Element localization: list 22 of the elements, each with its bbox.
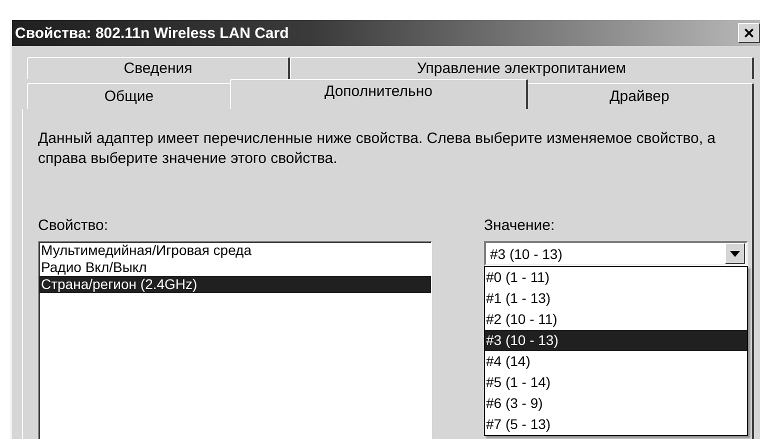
dropdown-option[interactable]: #6 (3 - 9) [485, 393, 747, 414]
close-button[interactable]: × [738, 23, 760, 43]
window-title: Свойства: 802.11n Wireless LAN Card [15, 24, 289, 42]
property-label: Свойство: [38, 217, 110, 236]
dropdown-option[interactable]: #4 (14) [485, 351, 747, 372]
tab[interactable]: Драйвер [526, 83, 754, 109]
property-item[interactable]: Радио Вкл/Выкл [39, 259, 431, 276]
dropdown-option[interactable]: #7 (5 - 13) [485, 414, 747, 435]
tab[interactable]: Сведения [27, 57, 290, 79]
value-label: Значение: [484, 217, 556, 236]
dropdown-option[interactable]: #0 (1 - 11) [485, 267, 747, 288]
value-dropdown[interactable]: #3 (10 - 13) [484, 241, 748, 266]
description-text: Данный адаптер имеет перечисленные ниже свойства. Слева выберите изменяемое свойство, а справа выберите значение этого свойства. [38, 129, 717, 169]
dropdown-option[interactable]: #1 (1 - 13) [485, 288, 747, 309]
tab[interactable]: Управление электропитанием [290, 57, 754, 79]
tab[interactable]: Дополнительно [230, 79, 528, 109]
tab[interactable]: Общие [27, 83, 232, 109]
dropdown-option[interactable]: #3 (10 - 13) [485, 330, 747, 351]
property-item[interactable]: Мультимедийная/Игровая среда [39, 242, 431, 259]
property-item[interactable]: Страна/регион (2.4GHz) [39, 276, 431, 293]
dropdown-option[interactable]: #2 (10 - 11) [485, 309, 747, 330]
dropdown-option[interactable]: #5 (1 - 14) [485, 372, 747, 393]
